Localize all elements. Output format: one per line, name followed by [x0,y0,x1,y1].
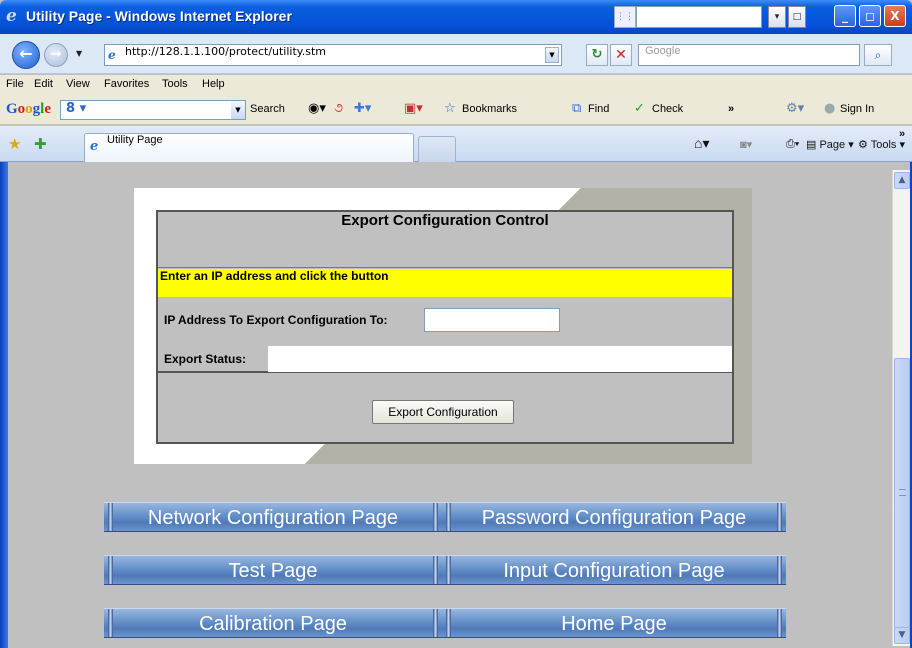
test-page-button[interactable]: Test Page [104,555,442,585]
password-configuration-button[interactable]: Password Configuration Page [442,502,786,532]
new-tab-button[interactable] [418,136,456,162]
bookmark-star-icon[interactable]: ☆ [444,101,456,117]
bookmarks-button[interactable]: Bookmarks [462,103,517,115]
title-bar: e Utility Page - Windows Internet Explor… [0,0,912,34]
url-dropdown-icon[interactable]: ▼ [545,47,559,63]
menu-favorites[interactable]: Favorites [104,78,149,90]
google-search-box[interactable]: ▼ [60,100,246,120]
tab-utility-page[interactable]: e Utility Page [84,133,414,162]
instruction-banner: Enter an IP address and click the button [158,269,732,297]
page-menu[interactable]: ▤ Page ▾ [806,138,854,151]
tab-label: Utility Page [107,134,163,146]
status-row: Export Status: [158,345,732,373]
scroll-up-icon[interactable]: ▲ [894,172,910,189]
signin-icon: ● [824,101,836,116]
history-dropdown-icon[interactable]: ▼ [76,49,82,58]
close-button[interactable]: X [884,5,906,27]
scroll-grip-icon [899,489,906,496]
spellcheck-icon[interactable]: ✓ [634,101,645,117]
scroll-thumb[interactable] [894,358,910,628]
address-bar: ← → ▼ e http://128.1.1.100/protect/utili… [0,34,912,74]
signin-button[interactable]: Sign In [840,103,874,115]
ip-address-input[interactable] [424,308,560,332]
wrench-icon[interactable]: ⚙▾ [786,101,804,117]
menu-tools[interactable]: Tools [162,78,188,90]
quick-search-dropdown-icon[interactable]: ▾ [768,6,786,28]
export-status-field [268,346,732,372]
calibration-page-button[interactable]: Calibration Page [104,608,442,638]
tab-bar: ★ ✚ e Utility Page ⌂▾ ◙▾ ⎙▾ ▤ Page ▾ ⚙ T… [0,126,912,162]
menu-file[interactable]: File [6,78,24,90]
more-tools-button[interactable]: » [728,103,734,115]
find-icon[interactable]: ⧉ [572,101,581,117]
search-input[interactable]: Google [638,44,860,66]
ip-row: IP Address To Export Configuration To: [158,297,732,345]
content-top-spacer [8,162,910,170]
panel-title: Export Configuration Control [158,212,732,268]
stop-button[interactable]: ✕ [610,44,632,66]
search-button[interactable]: ⌕ [864,44,892,66]
minimize-button[interactable]: _ [834,5,856,27]
spiral-icon[interactable]: ૭ [334,101,343,117]
page-content: Export Configuration Control Enter an IP… [8,170,890,646]
google-search-dropdown-icon[interactable]: ▼ [231,101,245,119]
tools-menu-label: Tools [870,139,897,151]
export-panel: Export Configuration Control Enter an IP… [156,210,734,444]
page-icon: e [108,48,116,62]
input-configuration-button[interactable]: Input Configuration Page [442,555,786,585]
quick-search-restore-icon[interactable]: □ [788,6,806,28]
forward-button[interactable]: → [44,43,68,67]
back-button[interactable]: ← [12,41,40,69]
vertical-scrollbar[interactable]: ▲ ▼ [892,170,910,646]
ie-logo-icon: e [6,6,17,26]
tabbar-more-button[interactable]: » [899,128,905,140]
find-button[interactable]: Find [588,103,609,115]
google-search-button[interactable]: Search [250,103,285,115]
menu-help[interactable]: Help [202,78,225,90]
window-title: Utility Page - Windows Internet Explorer [26,8,292,24]
url-field[interactable]: e http://128.1.1.100/protect/utility.stm… [104,44,562,66]
network-configuration-button[interactable]: Network Configuration Page [104,502,442,532]
google-logo: Google [6,101,52,117]
popup-blocker-icon[interactable]: ▣▾ [404,101,423,117]
print-icon[interactable]: ⎙▾ [786,138,799,151]
scroll-down-icon[interactable]: ▼ [894,627,910,644]
maximize-button[interactable]: ◻ [859,5,881,27]
page-menu-label: Page [819,139,846,151]
menu-edit[interactable]: Edit [34,78,53,90]
tools-menu[interactable]: ⚙ Tools ▾ [858,138,905,151]
add-favorites-icon[interactable]: ✚ [34,135,47,153]
ip-address-label: IP Address To Export Configuration To: [164,313,388,327]
url-text: http://128.1.1.100/protect/utility.stm [125,45,326,58]
menu-view[interactable]: View [66,78,90,90]
check-button[interactable]: Check [652,103,683,115]
page-menu-icon: ▤ [806,139,817,151]
tab-page-icon: e [90,139,99,154]
plus-icon[interactable]: ✚▾ [354,101,371,117]
favorites-star-icon[interactable]: ★ [8,135,21,153]
news-icon[interactable]: ◉▾ [308,101,326,117]
export-status-label: Export Status: [164,352,247,366]
export-configuration-button[interactable]: Export Configuration [372,400,514,424]
feeds-icon[interactable]: ◙▾ [740,138,752,151]
google-g-icon[interactable]: 8 ▾ [66,101,86,116]
home-page-button[interactable]: Home Page [442,608,786,638]
refresh-button[interactable]: ↻ [586,44,608,66]
google-toolbar: Google ▼ 8 ▾ Search ◉▾ ૭ ✚▾ ▣▾ ☆ Bookmar… [0,95,912,125]
window-left-border [0,162,8,648]
tools-gear-icon: ⚙ [858,139,868,151]
quick-search-field[interactable] [636,6,762,28]
menu-bar: File Edit View Favorites Tools Help [0,75,912,95]
home-icon[interactable]: ⌂▾ [694,135,709,152]
quick-search-icon[interactable]: ⋮⋮ [614,6,636,28]
